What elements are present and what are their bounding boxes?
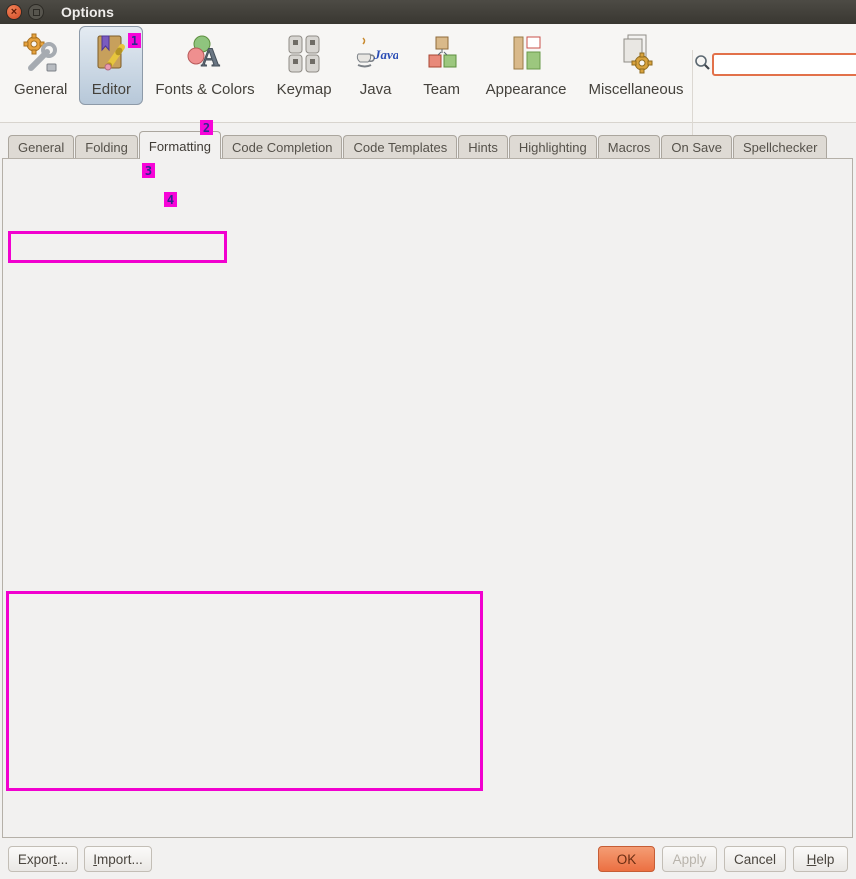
toolbar-item-label: Java xyxy=(360,81,392,98)
svg-text:Java: Java xyxy=(373,47,398,62)
toolbar-item-java[interactable]: Java Java xyxy=(344,26,408,105)
fonts-colors-icon: A xyxy=(183,32,227,76)
toolbar-item-label: Miscellaneous xyxy=(589,81,684,98)
close-button[interactable]: × xyxy=(6,4,22,20)
editor-icon xyxy=(89,32,133,76)
annotation-marker-1: 1 xyxy=(128,33,141,48)
close-icon: × xyxy=(11,7,17,18)
export-button[interactable]: Export... xyxy=(8,846,78,872)
tab-spellchecker[interactable]: Spellchecker xyxy=(733,135,827,159)
tab-code-completion[interactable]: Code Completion xyxy=(222,135,342,159)
tab-formatting[interactable]: Formatting xyxy=(139,131,221,159)
tab-general[interactable]: General xyxy=(8,135,74,159)
search-input[interactable] xyxy=(712,53,856,76)
general-icon xyxy=(19,32,63,76)
tab-on-save[interactable]: On Save xyxy=(661,135,732,159)
annotation-marker-2: 2 xyxy=(200,120,213,135)
search-icon xyxy=(694,54,711,71)
tab-hints[interactable]: Hints xyxy=(458,135,508,159)
cancel-button[interactable]: Cancel xyxy=(724,846,786,872)
toolbar-item-appearance[interactable]: Appearance xyxy=(476,26,577,105)
titlebar: × Options xyxy=(0,0,856,24)
annotation-marker-3: 3 xyxy=(142,163,155,178)
toolbar-item-label: Keymap xyxy=(277,81,332,98)
toolbar-item-team[interactable]: Team xyxy=(410,26,474,105)
toolbar-item-keymap[interactable]: Keymap xyxy=(267,26,342,105)
window-title: Options xyxy=(61,4,114,20)
java-icon: Java xyxy=(354,32,398,76)
toolbar-categories: GeneralEditorAFonts & ColorsKeymapJavaJa… xyxy=(4,26,696,105)
toolbar-separator xyxy=(692,50,693,142)
toolbar-item-fonts-colors[interactable]: A Fonts & Colors xyxy=(145,26,264,105)
formatting-panel xyxy=(2,158,853,838)
appearance-icon xyxy=(504,32,548,76)
import-button[interactable]: Import... xyxy=(84,846,152,872)
toolbar-item-label: Fonts & Colors xyxy=(155,81,254,98)
apply-button[interactable]: Apply xyxy=(662,846,717,872)
tab-macros[interactable]: Macros xyxy=(598,135,661,159)
help-button[interactable]: Help xyxy=(793,846,848,872)
team-icon xyxy=(420,32,464,76)
toolbar-item-label: Team xyxy=(423,81,460,98)
miscellaneous-icon xyxy=(614,32,658,76)
options-dialog: × Options General Editor A Fonts & Colors Ke… xyxy=(0,0,856,879)
tab-bar: GeneralFoldingFormattingCode CompletionC… xyxy=(0,131,856,159)
keymap-icon xyxy=(282,32,326,76)
ok-button[interactable]: OK xyxy=(598,846,655,872)
tab-folding[interactable]: Folding xyxy=(75,135,138,159)
toolbar-item-label: Appearance xyxy=(486,81,567,98)
toolbar-item-label: General xyxy=(14,81,67,98)
annotation-marker-4: 4 xyxy=(164,192,177,207)
maximize-icon xyxy=(33,9,40,16)
tab-highlighting[interactable]: Highlighting xyxy=(509,135,597,159)
maximize-button[interactable] xyxy=(28,4,44,20)
toolbar-item-miscellaneous[interactable]: Miscellaneous xyxy=(579,26,694,105)
svg-text:A: A xyxy=(201,43,220,72)
toolbar-item-general[interactable]: General xyxy=(4,26,77,105)
tab-code-templates[interactable]: Code Templates xyxy=(343,135,457,159)
toolbar-item-label: Editor xyxy=(92,81,131,98)
